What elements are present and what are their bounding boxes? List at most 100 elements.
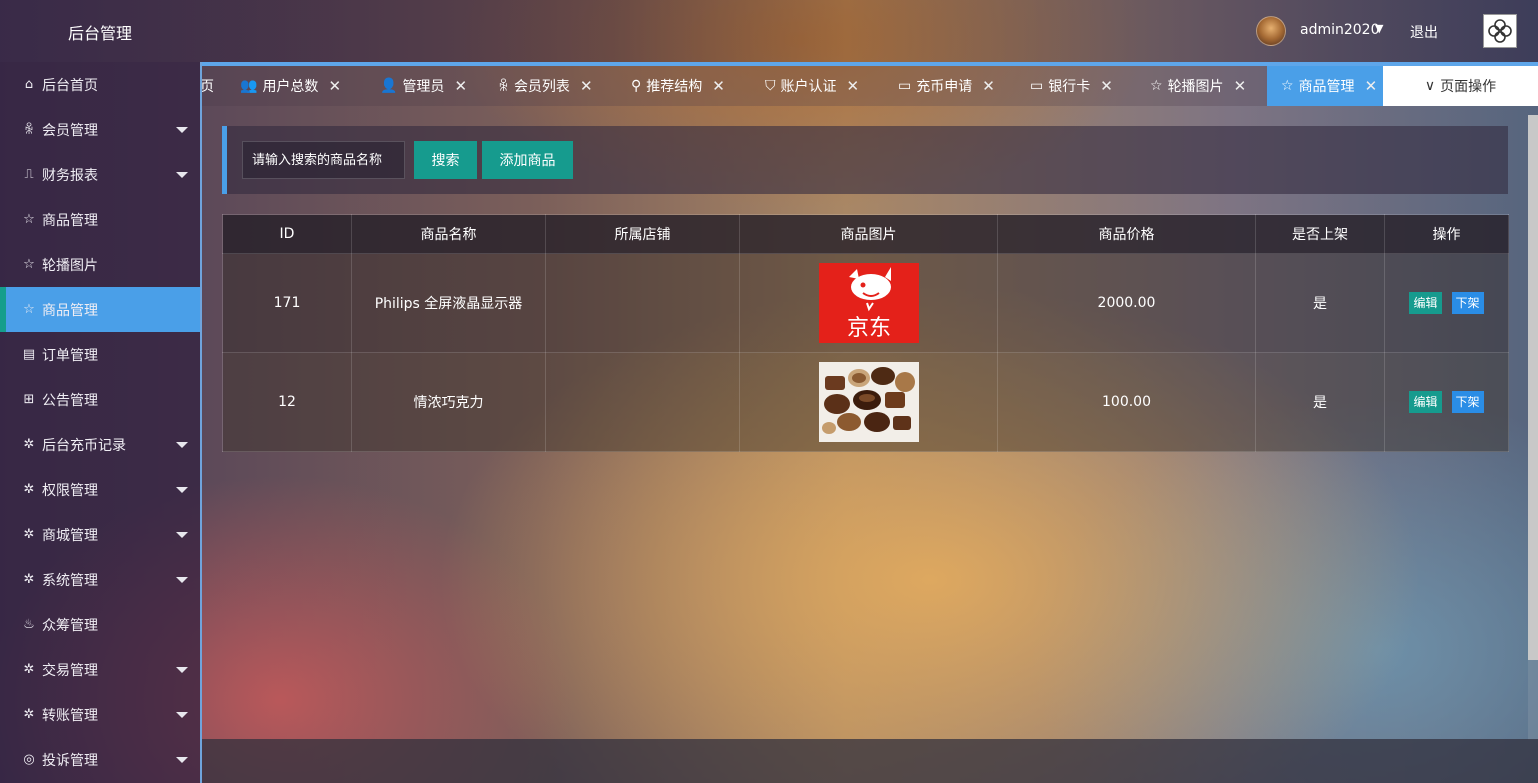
sidebar-item-label: 财务报表 — [42, 167, 98, 184]
sidebar-item[interactable]: ◎ 投诉管理 — [0, 737, 200, 782]
shield-icon: ⛉ — [765, 78, 776, 94]
expand-arrow-icon[interactable] — [176, 757, 188, 763]
cell-name: 情浓巧克力 — [351, 352, 546, 452]
card-icon: ▭ — [1030, 78, 1044, 94]
tab-label: 充币申请 — [916, 79, 973, 95]
add-product-button[interactable]: 添加商品 — [482, 141, 573, 179]
sidebar-item[interactable]: ✲ 系统管理 — [0, 557, 200, 602]
expand-arrow-icon[interactable] — [176, 172, 188, 178]
tab-item[interactable]: ☆ 轮播图片 ✕ — [1150, 66, 1246, 106]
close-icon[interactable]: ✕ — [982, 77, 995, 95]
close-icon[interactable]: ✕ — [1234, 77, 1247, 95]
sidebar-item[interactable]: ⊞ 公告管理 — [0, 377, 200, 422]
page-operations-label: 页面操作 — [1440, 79, 1497, 95]
document-icon: ▭ — [898, 78, 912, 94]
sidebar-item[interactable]: ✲ 权限管理 — [0, 467, 200, 512]
chevron-down-icon: ∨ — [1424, 78, 1436, 94]
cell-shop — [545, 352, 740, 452]
expand-arrow-icon[interactable] — [176, 532, 188, 538]
expand-arrow-icon[interactable] — [176, 712, 188, 718]
gear-icon: ✲ — [23, 437, 35, 452]
star-icon: ☆ — [1281, 78, 1294, 94]
tab-item[interactable]: ▭ 银行卡 ✕ — [1030, 66, 1113, 106]
cell-price: 100.00 — [997, 352, 1256, 452]
sidebar-item[interactable]: ✲ 交易管理 — [0, 647, 200, 692]
tab-item[interactable]: ⛉ 账户认证 ✕ — [765, 66, 859, 106]
tab-item[interactable]: ⚲ 推荐结构 ✕ — [631, 66, 725, 106]
tab-item[interactable]: ▭ 充币申请 ✕ — [898, 66, 995, 106]
tab-label: 用户总数 — [262, 79, 319, 95]
sidebar-item[interactable]: ▤ 订单管理 — [0, 332, 200, 377]
page-operations-button[interactable]: ∨ 页面操作 — [1383, 66, 1538, 106]
cell-id: 12 — [222, 352, 352, 452]
sidebar-item-label: 后台首页 — [42, 77, 98, 94]
edit-button[interactable]: 编辑 — [1409, 292, 1442, 314]
logout-link[interactable]: 退出 — [1410, 22, 1438, 42]
sidebar-item-label: 商品管理 — [42, 212, 98, 229]
tab-partial[interactable]: 页 — [202, 66, 214, 106]
expand-arrow-icon[interactable] — [176, 127, 188, 133]
tab-item[interactable]: ꆜ 会员列表 ✕ — [498, 66, 593, 106]
close-icon[interactable]: ✕ — [1365, 77, 1378, 95]
close-icon[interactable]: ✕ — [712, 77, 725, 95]
caret-down-icon[interactable]: ▼ — [1375, 22, 1383, 35]
close-icon[interactable]: ✕ — [847, 77, 860, 95]
cell-listed: 是 — [1255, 253, 1385, 353]
expand-arrow-icon[interactable] — [176, 667, 188, 673]
user-avatar[interactable] — [1256, 16, 1286, 46]
sidebar-item[interactable]: ♨ 众筹管理 — [0, 602, 200, 647]
user-icon: ꆜ — [23, 123, 35, 138]
tab-bar: 页 👥用户总数✕👤管理员✕ꆜ会员列表✕⚲推荐结构✕⛉账户认证✕▭充币申请✕▭银行… — [202, 62, 1538, 106]
delist-button[interactable]: 下架 — [1451, 292, 1484, 314]
close-icon[interactable]: ✕ — [454, 77, 467, 95]
sidebar-item[interactable]: ⌂ 后台首页 — [0, 62, 200, 107]
cell-listed: 是 — [1255, 352, 1385, 452]
tab-label: 账户认证 — [780, 79, 837, 95]
close-icon[interactable]: ✕ — [580, 77, 593, 95]
gear-icon: ✲ — [23, 707, 35, 722]
brand-title: 后台管理 — [68, 24, 133, 43]
cell-actions: 编辑 下架 — [1384, 253, 1509, 353]
edit-button[interactable]: 编辑 — [1409, 391, 1442, 413]
chart-icon: ⎍ — [24, 167, 34, 182]
sidebar-item[interactable]: ☆ 商品管理 — [0, 197, 200, 242]
tab-label: 会员列表 — [513, 79, 570, 95]
cell-actions: 编辑 下架 — [1384, 352, 1509, 452]
close-icon[interactable]: ✕ — [328, 77, 341, 95]
tab-item[interactable]: ☆ 商品管理 ✕ — [1267, 66, 1388, 106]
column-header: 操作 — [1384, 214, 1509, 254]
table-header-row: ID 商品名称 所属店铺 商品图片 商品价格 是否上架 操作 — [222, 214, 1509, 254]
close-icon[interactable]: ✕ — [1100, 77, 1113, 95]
scrollbar-track — [1528, 660, 1538, 740]
sidebar-item[interactable]: ✲ 转账管理 — [0, 692, 200, 737]
sidebar-item[interactable]: ✲ 商城管理 — [0, 512, 200, 557]
gear-icon: ✲ — [23, 482, 35, 497]
delist-button[interactable]: 下架 — [1451, 391, 1484, 413]
expand-arrow-icon[interactable] — [176, 442, 188, 448]
expand-arrow-icon[interactable] — [176, 487, 188, 493]
expand-arrow-icon[interactable] — [176, 577, 188, 583]
tab-item[interactable]: 👤 管理员 ✕ — [380, 66, 467, 106]
sidebar-item[interactable]: ☆ 轮播图片 — [0, 242, 200, 287]
search-button[interactable]: 搜索 — [414, 141, 477, 179]
search-input[interactable] — [242, 141, 405, 179]
vertical-scrollbar[interactable] — [1528, 115, 1538, 660]
table-row: 171 Philips 全屏液晶显示器 京东 2000.00 是 编辑 下架 — [222, 253, 1509, 353]
sidebar-item-label: 商城管理 — [42, 527, 98, 544]
tab-item[interactable]: 👥 用户总数 ✕ — [240, 66, 341, 106]
sidebar-item[interactable]: ⎍ 财务报表 — [0, 152, 200, 197]
sidebar-item-label: 公告管理 — [42, 392, 98, 409]
sidebar-item-label: 投诉管理 — [42, 752, 98, 769]
sidebar: ⌂ 后台首页 ꆜ 会员管理 ⎍ 财务报表 ☆ 商品管理 ☆ 轮播图片 ☆ 商品管理 ▤ 订单管理 ⊞ 公告管理… — [0, 62, 202, 783]
cell-image — [739, 352, 998, 452]
sidebar-item[interactable]: ☆ 商品管理 — [0, 287, 200, 332]
clover-icon — [1488, 19, 1512, 43]
theme-switch-button[interactable] — [1483, 14, 1517, 48]
tab-label: 银行卡 — [1048, 79, 1091, 95]
sidebar-item[interactable]: ꆜ 会员管理 — [0, 107, 200, 152]
sidebar-item[interactable]: ✲ 后台充币记录 — [0, 422, 200, 467]
username-menu[interactable]: admin2020 — [1300, 22, 1380, 38]
clipboard-icon: ▤ — [22, 347, 36, 362]
gear-icon: ✲ — [23, 572, 35, 587]
column-header: 商品价格 — [997, 214, 1256, 254]
